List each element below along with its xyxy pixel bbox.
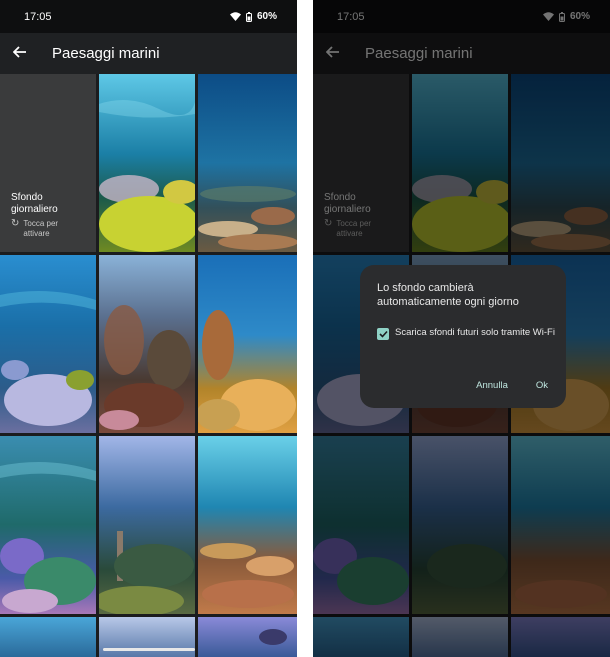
gesture-navigation-bar[interactable]: [102, 648, 195, 651]
wallpaper-thumbnail[interactable]: [99, 436, 195, 614]
wallpaper-thumbnail[interactable]: [198, 74, 297, 252]
wallpaper-thumbnail[interactable]: [99, 74, 195, 252]
wifi-icon: [229, 12, 241, 21]
battery-percent: 60%: [256, 11, 277, 22]
daily-wallpaper-tile[interactable]: Sfondo giornaliero ↻ Tocca per attivare: [0, 74, 96, 252]
status-bar: 17:05 60%: [0, 0, 297, 33]
wifi-only-checkbox[interactable]: [377, 328, 389, 340]
arrow-left-icon: [12, 45, 27, 63]
wallpaper-thumbnail[interactable]: [0, 255, 96, 433]
battery-icon: [245, 11, 252, 22]
wallpaper-thumbnail[interactable]: [198, 255, 297, 433]
wallpaper-thumbnail[interactable]: [198, 436, 297, 614]
wallpaper-thumbnail[interactable]: [0, 436, 96, 614]
page-title: Paesaggi marini: [52, 45, 160, 62]
status-time: 17:05: [24, 10, 52, 23]
ok-button[interactable]: Ok: [536, 380, 548, 391]
cancel-button[interactable]: Annulla: [476, 380, 508, 391]
wallpaper-thumbnail[interactable]: [198, 617, 297, 657]
phone-screen-wallpapers: 17:05 60% Paesaggi marini Sfondo giornal…: [0, 0, 297, 657]
checkmark-icon: [378, 325, 388, 343]
app-bar: Paesaggi marini: [0, 33, 297, 74]
wifi-only-label[interactable]: Scarica sfondi futuri solo tramite Wi-Fi: [395, 327, 555, 340]
wallpaper-grid: Sfondo giornaliero ↻ Tocca per attivare: [0, 74, 297, 657]
dialog-title: Lo sfondo cambierà automaticamente ogni …: [377, 282, 519, 308]
wallpaper-thumbnail[interactable]: [99, 617, 195, 657]
refresh-icon: ↻: [11, 218, 20, 229]
daily-wallpaper-subtitle: Tocca per attivare: [23, 219, 59, 238]
wallpaper-thumbnail[interactable]: [99, 255, 195, 433]
phone-screen-dialog: 17:05 60% Paesaggi marini Sfondo giornal…: [313, 0, 610, 657]
back-button[interactable]: [0, 33, 40, 74]
wallpaper-thumbnail[interactable]: [0, 617, 96, 657]
daily-wallpaper-dialog: Lo sfondo cambierà automaticamente ogni …: [360, 265, 566, 408]
daily-wallpaper-title: Sfondo giornaliero: [11, 192, 58, 215]
